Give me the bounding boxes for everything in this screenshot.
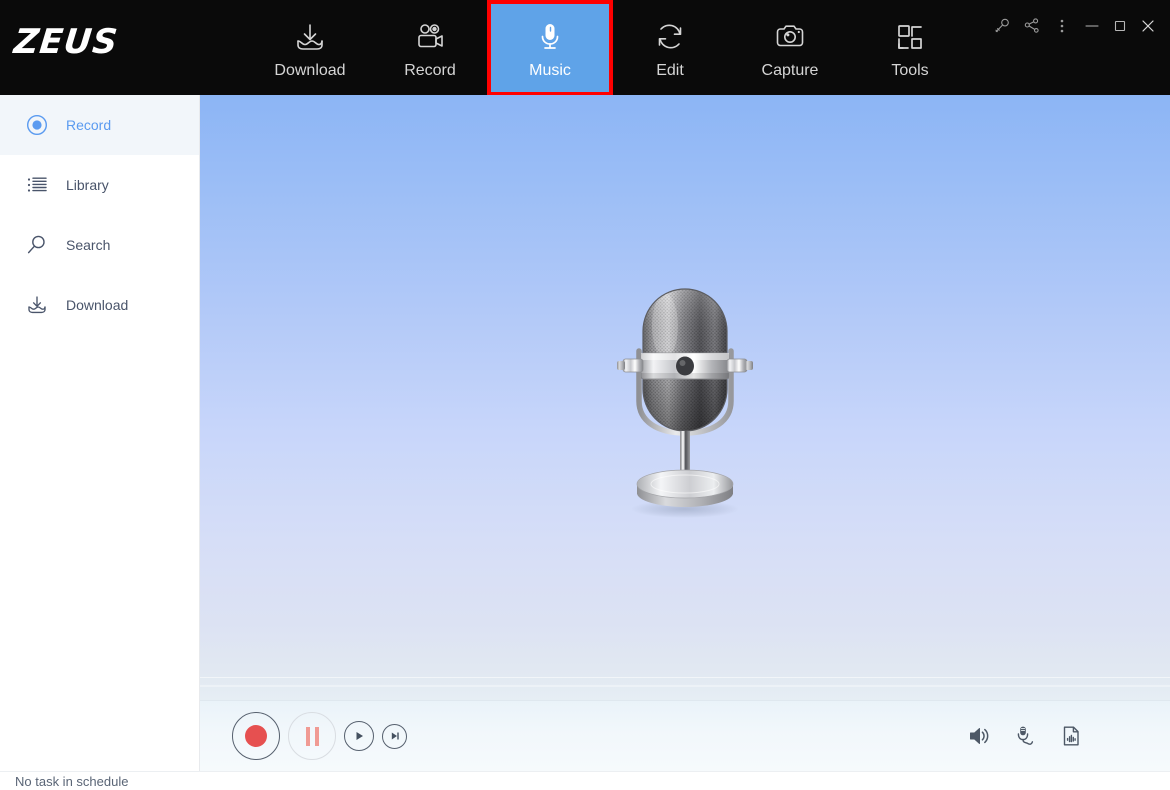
tab-edit-label: Edit bbox=[656, 62, 684, 79]
sidebar-item-record-label: Record bbox=[66, 117, 112, 133]
sidebar-item-library[interactable]: Library bbox=[0, 155, 199, 215]
record-dot-icon bbox=[24, 112, 50, 138]
microphone-jack-icon[interactable] bbox=[1012, 723, 1038, 749]
video-camera-icon bbox=[410, 17, 450, 57]
horizon-line-secondary bbox=[200, 685, 1170, 687]
brand-label: ZEUS bbox=[11, 22, 121, 62]
next-track-button[interactable] bbox=[382, 723, 407, 749]
magnifier-icon bbox=[24, 232, 50, 258]
audio-file-icon[interactable] bbox=[1058, 723, 1084, 749]
minimize-icon[interactable] bbox=[1078, 12, 1106, 40]
refresh-cycle-icon bbox=[650, 17, 690, 57]
playback-control-bar bbox=[200, 700, 1170, 771]
tab-edit[interactable]: Edit bbox=[610, 3, 730, 93]
sidebar: Record Library Search Download bbox=[0, 95, 200, 771]
speaker-icon[interactable] bbox=[966, 723, 992, 749]
tab-music[interactable]: Music bbox=[487, 0, 613, 95]
key-icon[interactable] bbox=[988, 12, 1016, 40]
tab-record[interactable]: Record bbox=[370, 3, 490, 93]
tab-capture-label: Capture bbox=[761, 62, 819, 79]
status-message: No task in schedule bbox=[15, 773, 129, 789]
pause-bars bbox=[305, 726, 319, 746]
tab-tools-label: Tools bbox=[891, 62, 929, 79]
window-controls bbox=[988, 12, 1162, 40]
tab-capture[interactable]: Capture bbox=[730, 3, 850, 93]
list-icon bbox=[24, 172, 50, 198]
tab-tools[interactable]: Tools bbox=[850, 3, 970, 93]
tab-music-label: Music bbox=[529, 62, 571, 79]
sidebar-item-library-label: Library bbox=[66, 177, 109, 193]
sidebar-item-record[interactable]: Record bbox=[0, 95, 199, 155]
record-button[interactable] bbox=[232, 712, 280, 760]
play-button[interactable] bbox=[344, 721, 374, 751]
pause-button[interactable] bbox=[288, 712, 336, 760]
download-tray-icon bbox=[24, 292, 50, 318]
maximize-icon[interactable] bbox=[1106, 12, 1134, 40]
sidebar-item-download[interactable]: Download bbox=[0, 275, 199, 335]
camera-icon bbox=[770, 17, 810, 57]
preview-stage bbox=[200, 95, 1170, 771]
app-window: ZEUS Download Record Music Edit Capture … bbox=[0, 0, 1170, 790]
tab-record-label: Record bbox=[404, 62, 456, 79]
grid-squares-icon bbox=[890, 17, 930, 57]
sidebar-item-download-label: Download bbox=[66, 297, 129, 313]
microphone-artwork bbox=[605, 281, 765, 521]
microphone-icon bbox=[530, 17, 570, 57]
audio-source-controls bbox=[966, 723, 1084, 749]
skip-next-icon bbox=[391, 732, 399, 740]
more-menu-icon[interactable] bbox=[1048, 12, 1076, 40]
status-bar: No task in schedule bbox=[0, 771, 1170, 790]
share-icon[interactable] bbox=[1018, 12, 1046, 40]
record-dot bbox=[245, 725, 267, 747]
horizon-line bbox=[200, 677, 1170, 678]
tab-download[interactable]: Download bbox=[250, 3, 370, 93]
top-bar: ZEUS Download Record Music Edit Capture … bbox=[0, 0, 1170, 95]
download-tray-icon bbox=[290, 17, 330, 57]
play-triangle-icon bbox=[356, 732, 363, 740]
transport-controls bbox=[232, 712, 407, 760]
main-navigation: Download Record Music Edit Capture Tools bbox=[250, 0, 970, 95]
sidebar-item-search[interactable]: Search bbox=[0, 215, 199, 275]
brand-logo: ZEUS bbox=[11, 22, 214, 62]
sidebar-item-search-label: Search bbox=[66, 237, 111, 253]
close-icon[interactable] bbox=[1134, 12, 1162, 40]
tab-download-label: Download bbox=[274, 62, 346, 79]
